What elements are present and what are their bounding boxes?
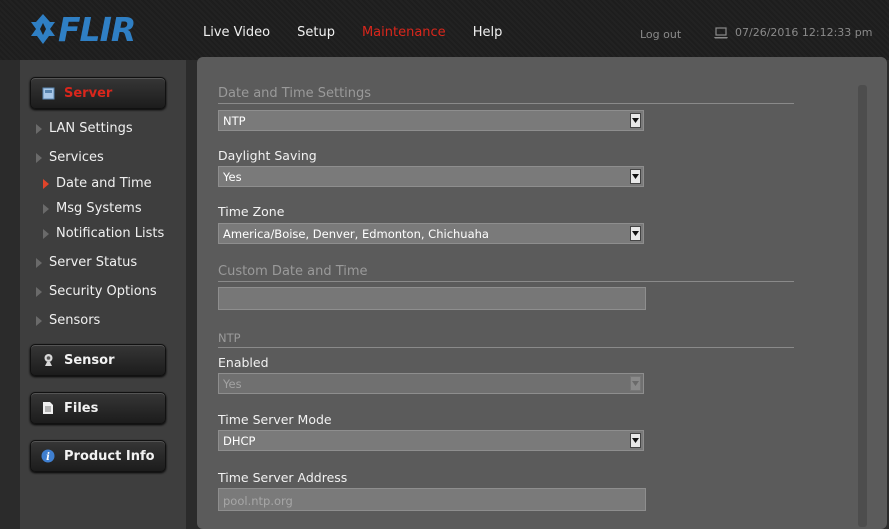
files-button[interactable]: Files <box>30 392 166 424</box>
custom-date-time-input[interactable] <box>218 287 646 310</box>
top-bar: FLIR Live Video Setup Maintenance Help L… <box>0 0 889 60</box>
date-time-mode-select[interactable]: NTP <box>218 110 644 131</box>
time-zone-select[interactable]: America/Boise, Denver, Edmonton, Chichua… <box>218 223 644 244</box>
sensor-button[interactable]: Sensor <box>30 344 166 376</box>
sidebar: Server LAN Settings Services Date and Ti… <box>20 60 186 529</box>
section-title-ntp: NTP <box>218 331 794 348</box>
flir-logo[interactable]: FLIR <box>30 9 136 49</box>
main-nav: Live Video Setup Maintenance Help <box>203 25 529 40</box>
caret-right-icon <box>36 152 42 163</box>
caret-right-icon <box>36 123 42 134</box>
sidebar-item-label: Sensors <box>49 313 101 328</box>
sidebar-item-msg-systems[interactable]: Msg Systems <box>42 201 142 216</box>
date-time-mode-value: NTP <box>223 114 246 128</box>
time-server-address-label: Time Server Address <box>218 470 348 485</box>
dropdown-arrow-icon <box>630 226 641 241</box>
dropdown-arrow-icon <box>630 113 641 128</box>
time-server-mode-label: Time Server Mode <box>218 412 332 427</box>
laptop-icon <box>714 26 728 38</box>
ntp-enabled-select[interactable]: Yes <box>218 373 644 394</box>
daylight-saving-select[interactable]: Yes <box>218 166 644 187</box>
server-icon <box>41 86 55 100</box>
daylight-saving-label: Daylight Saving <box>218 148 317 163</box>
info-icon: i <box>41 449 55 463</box>
sidebar-item-sensors[interactable]: Sensors <box>35 313 100 328</box>
product-info-button-label: Product Info <box>64 448 155 464</box>
sidebar-item-label: Services <box>49 150 104 165</box>
nav-help[interactable]: Help <box>473 25 503 40</box>
logout-link[interactable]: Log out <box>640 28 681 41</box>
section-title-date-time-settings: Date and Time Settings <box>218 86 794 104</box>
dropdown-arrow-icon <box>630 169 641 184</box>
time-server-mode-select[interactable]: DHCP <box>218 430 644 451</box>
dropdown-arrow-icon <box>630 433 641 448</box>
flame-icon <box>31 14 55 44</box>
sidebar-item-date-and-time[interactable]: Date and Time <box>42 176 152 191</box>
caret-right-icon <box>36 286 42 297</box>
camera-icon <box>41 353 55 367</box>
datetime-text: 07/26/2016 12:12:33 pm <box>735 26 873 39</box>
time-zone-label: Time Zone <box>218 204 285 219</box>
caret-right-icon <box>43 203 49 214</box>
sidebar-item-security-options[interactable]: Security Options <box>35 284 157 299</box>
sidebar-item-lan-settings[interactable]: LAN Settings <box>35 121 133 136</box>
sidebar-item-label: Security Options <box>49 284 157 299</box>
sensor-button-label: Sensor <box>64 352 115 368</box>
time-zone-value: America/Boise, Denver, Edmonton, Chichua… <box>223 227 489 241</box>
svg-text:i: i <box>46 452 50 463</box>
sidebar-item-label: LAN Settings <box>49 121 133 136</box>
caret-right-icon <box>36 257 42 268</box>
scrollbar[interactable] <box>858 85 867 527</box>
product-info-button[interactable]: i Product Info <box>30 440 166 472</box>
sidebar-item-label: Server Status <box>49 255 138 270</box>
ntp-enabled-label: Enabled <box>218 355 269 370</box>
caret-right-icon <box>36 315 42 326</box>
sidebar-item-services[interactable]: Services <box>35 150 104 165</box>
server-button[interactable]: Server <box>30 77 166 109</box>
ntp-enabled-value: Yes <box>223 377 242 391</box>
nav-setup[interactable]: Setup <box>297 25 335 40</box>
files-button-label: Files <box>64 400 99 416</box>
logo-text: FLIR <box>58 9 136 49</box>
nav-live-video[interactable]: Live Video <box>203 25 270 40</box>
dropdown-arrow-icon <box>630 376 641 391</box>
section-title-custom-date-time: Custom Date and Time <box>218 264 794 282</box>
sidebar-item-notification-lists[interactable]: Notification Lists <box>42 226 164 241</box>
sidebar-item-label: Msg Systems <box>56 201 142 216</box>
sidebar-item-server-status[interactable]: Server Status <box>35 255 137 270</box>
nav-maintenance[interactable]: Maintenance <box>362 25 446 40</box>
caret-right-icon <box>43 228 49 239</box>
time-server-address-input[interactable]: pool.ntp.org <box>218 488 646 511</box>
caret-right-active-icon <box>43 178 49 189</box>
daylight-saving-value: Yes <box>223 170 242 184</box>
sidebar-item-label: Notification Lists <box>56 226 165 241</box>
sidebar-item-label: Date and Time <box>56 176 152 191</box>
server-button-label: Server <box>64 85 113 101</box>
system-datetime: 07/26/2016 12:12:33 pm <box>713 26 873 39</box>
file-icon <box>41 401 55 415</box>
time-server-mode-value: DHCP <box>223 434 256 448</box>
